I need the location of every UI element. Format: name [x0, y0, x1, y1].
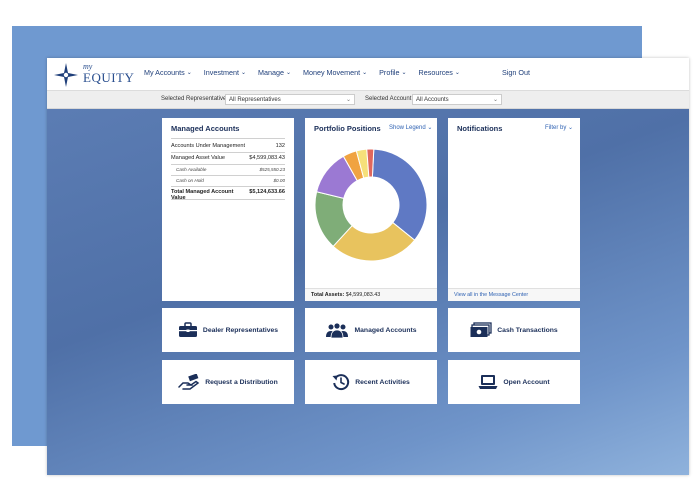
- logo-wordmark: my EQUITY: [83, 63, 134, 85]
- divider: [171, 186, 285, 187]
- chevron-down-icon: ⌄: [427, 125, 433, 131]
- row-value: $0.00: [273, 178, 286, 183]
- nav-label: My Accounts: [144, 68, 185, 77]
- row-label: Cash on Hold: [176, 178, 204, 183]
- portfolio-positions-card: Portfolio Positions Show Legend ⌄ Total …: [305, 118, 437, 301]
- tile-label: Request a Distribution: [205, 378, 278, 386]
- select-value: All Representatives: [229, 97, 281, 103]
- nav-resources[interactable]: Resources ⌄: [419, 68, 460, 77]
- request-distribution-button[interactable]: Request a Distribution: [162, 360, 294, 404]
- nav-profile[interactable]: Profile ⌄: [379, 68, 406, 77]
- account-filter-label: Selected Account: [365, 96, 412, 102]
- managed-asset-value-row: Managed Asset Value $4,599,083.43: [171, 155, 285, 161]
- tile-label: Dealer Representatives: [202, 326, 279, 334]
- filter-bar: Selected Representative All Representati…: [47, 91, 689, 109]
- chevron-down-icon: ⌄: [492, 97, 498, 103]
- row-value: $4,599,083.43: [249, 155, 285, 161]
- link-label: Filter by: [545, 125, 567, 131]
- row-value: $525,550.23: [259, 167, 285, 172]
- nav-label: Profile: [379, 68, 400, 77]
- nav-my-accounts[interactable]: My Accounts ⌄: [144, 68, 192, 77]
- total-assets-label: Total Assets:: [311, 292, 345, 298]
- donut-slice-0[interactable]: [371, 148, 428, 241]
- tile-label: Managed Accounts: [354, 326, 417, 334]
- divider: [171, 138, 285, 139]
- rep-filter-label: Selected Representative: [161, 96, 227, 102]
- card-title: Portfolio Positions: [314, 124, 381, 133]
- representative-select[interactable]: All Representatives ⌄: [225, 94, 355, 105]
- account-select[interactable]: All Accounts ⌄: [412, 94, 502, 105]
- chevron-down-icon: ⌄: [240, 70, 246, 76]
- group-icon: [326, 322, 349, 338]
- sign-out-link[interactable]: Sign Out: [502, 68, 530, 77]
- dealer-representatives-button[interactable]: Dealer Representatives: [162, 308, 294, 352]
- managed-accounts-button[interactable]: Managed Accounts: [305, 308, 437, 352]
- show-legend-link[interactable]: Show Legend ⌄: [389, 124, 432, 131]
- tile-label: Recent Activities: [355, 378, 410, 386]
- cash-on-hold-row: Cash on Hold $0.00: [176, 178, 285, 183]
- chevron-down-icon: ⌄: [285, 70, 291, 76]
- managed-accounts-card: Managed Accounts Accounts Under Manageme…: [162, 118, 294, 301]
- card-footer: View all in the Message Center: [448, 288, 580, 301]
- link-label: Show Legend: [389, 125, 426, 131]
- app-window: my EQUITY My Accounts ⌄ Investment ⌄ Man…: [47, 58, 689, 475]
- card-footer: Total Assets: $4,599,083.43: [305, 288, 437, 301]
- divider: [171, 164, 285, 165]
- laptop-icon: [478, 375, 498, 389]
- open-account-button[interactable]: Open Account: [448, 360, 580, 404]
- chevron-down-icon: ⌄: [345, 97, 351, 103]
- chevron-down-icon: ⌄: [568, 125, 574, 131]
- total-assets-value: $4,599,083.43: [345, 292, 381, 298]
- tile-label: Open Account: [503, 378, 550, 386]
- nav-label: Manage: [257, 68, 284, 77]
- cash-available-row: Cash Available $525,550.23: [176, 167, 285, 172]
- briefcase-icon: [178, 322, 197, 337]
- card-title: Notifications: [457, 124, 503, 133]
- chevron-down-icon: ⌄: [401, 70, 407, 76]
- chevron-down-icon: ⌄: [186, 70, 192, 76]
- main-nav: My Accounts ⌄ Investment ⌄ Manage ⌄ Mone…: [144, 68, 472, 77]
- notifications-card: Notifications Filter by ⌄ View all in th…: [448, 118, 580, 301]
- row-label: Accounts Under Management: [171, 143, 246, 149]
- nav-label: Investment: [203, 68, 239, 77]
- clock-refresh-icon: [332, 374, 350, 391]
- select-value: All Accounts: [416, 97, 449, 103]
- chevron-down-icon: ⌄: [454, 70, 460, 76]
- total-assets-text: Total Assets: $4,599,083.43: [311, 292, 380, 298]
- row-label: Cash Available: [176, 167, 207, 172]
- recent-activities-button[interactable]: Recent Activities: [305, 360, 437, 404]
- divider: [171, 175, 285, 176]
- portfolio-donut-chart: [314, 148, 428, 262]
- app-logo[interactable]: my EQUITY: [53, 62, 134, 88]
- nav-label: Money Movement: [302, 68, 361, 77]
- cash-transactions-button[interactable]: Cash Transactions: [448, 308, 580, 352]
- filter-by-link[interactable]: Filter by ⌄: [545, 124, 573, 131]
- divider: [171, 152, 285, 153]
- nav-investment[interactable]: Investment ⌄: [204, 68, 246, 77]
- row-label: Managed Asset Value: [171, 155, 226, 161]
- nav-money-movement[interactable]: Money Movement ⌄: [303, 68, 367, 77]
- hand-money-icon: [178, 374, 200, 390]
- cash-icon: [470, 322, 492, 337]
- logo-equity-text: EQUITY: [83, 70, 135, 85]
- nav-manage[interactable]: Manage ⌄: [258, 68, 291, 77]
- chevron-down-icon: ⌄: [362, 70, 368, 76]
- nav-label: Resources: [418, 68, 453, 77]
- tile-label: Cash Transactions: [497, 326, 558, 334]
- divider: [171, 199, 285, 200]
- message-center-link[interactable]: View all in the Message Center: [454, 292, 528, 298]
- star-logo-icon: [54, 63, 78, 87]
- row-value: 132: [275, 143, 285, 149]
- accounts-under-management-row: Accounts Under Management 132: [171, 143, 285, 149]
- top-navbar: my EQUITY My Accounts ⌄ Investment ⌄ Man…: [47, 58, 689, 91]
- card-title: Managed Accounts: [171, 124, 240, 133]
